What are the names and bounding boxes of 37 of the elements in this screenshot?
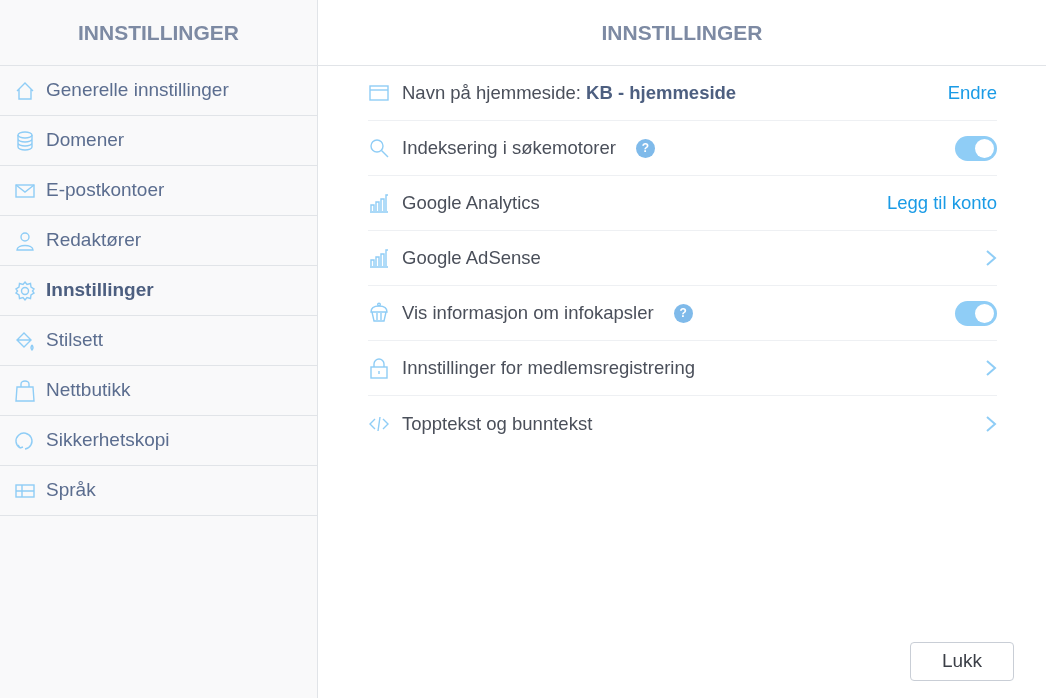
chevron-right-icon[interactable] bbox=[985, 414, 997, 433]
bar-chart-icon bbox=[368, 247, 390, 269]
setting-label: Google Analytics bbox=[402, 191, 540, 216]
shopping-bag-icon bbox=[14, 379, 36, 402]
sidebar-item[interactable]: Språk bbox=[0, 466, 317, 516]
browser-window-icon bbox=[368, 82, 390, 104]
chevron-right-icon[interactable] bbox=[985, 359, 997, 377]
sidebar-item[interactable]: Sikkerhetskopi bbox=[0, 416, 317, 466]
cupcake-icon bbox=[368, 302, 390, 324]
circular-arrow-icon bbox=[14, 429, 36, 452]
sidebar-item[interactable]: E-postkontoer bbox=[0, 166, 317, 216]
action-link[interactable]: Legg til konto bbox=[886, 189, 997, 217]
panel-title: INNSTILLINGER bbox=[601, 19, 763, 46]
sidebar-item[interactable]: Generelle innstillinger bbox=[0, 66, 317, 116]
sidebar-item[interactable]: Redaktører bbox=[0, 216, 317, 266]
sidebar-item[interactable]: Domener bbox=[0, 116, 317, 166]
setting-label: Innstillinger for medlemsregistrering bbox=[402, 356, 696, 381]
setting-label: Topptekst og bunntekst bbox=[402, 411, 593, 436]
chevron-right-icon[interactable] bbox=[985, 249, 997, 267]
bar-chart-icon bbox=[368, 192, 390, 214]
settings-icon bbox=[14, 279, 36, 302]
sidebar-title: INNSTILLINGER bbox=[78, 19, 239, 46]
database-icon bbox=[14, 129, 36, 152]
setting-label: Vis informasjon om infokapsler bbox=[402, 301, 654, 326]
sidebar-item[interactable]: Nettbutikk bbox=[0, 366, 317, 416]
sidebar-item[interactable]: Stilsett bbox=[0, 316, 317, 366]
action-link[interactable]: Endre bbox=[947, 79, 997, 107]
person-icon bbox=[14, 229, 36, 252]
setting-label: Navn på hjemmeside: KB - hjemmeside bbox=[402, 81, 737, 106]
toggle-switch[interactable] bbox=[955, 300, 997, 326]
toggle-switch[interactable] bbox=[955, 135, 997, 161]
close-button[interactable]: Lukk bbox=[910, 642, 1014, 681]
setting-label: Google AdSense bbox=[402, 246, 541, 271]
padlock-icon bbox=[368, 357, 390, 379]
setting-label: Indeksering i søkemotorer bbox=[402, 136, 616, 161]
search-icon bbox=[368, 137, 390, 159]
sidebar-item[interactable]: Innstillinger bbox=[0, 266, 317, 316]
